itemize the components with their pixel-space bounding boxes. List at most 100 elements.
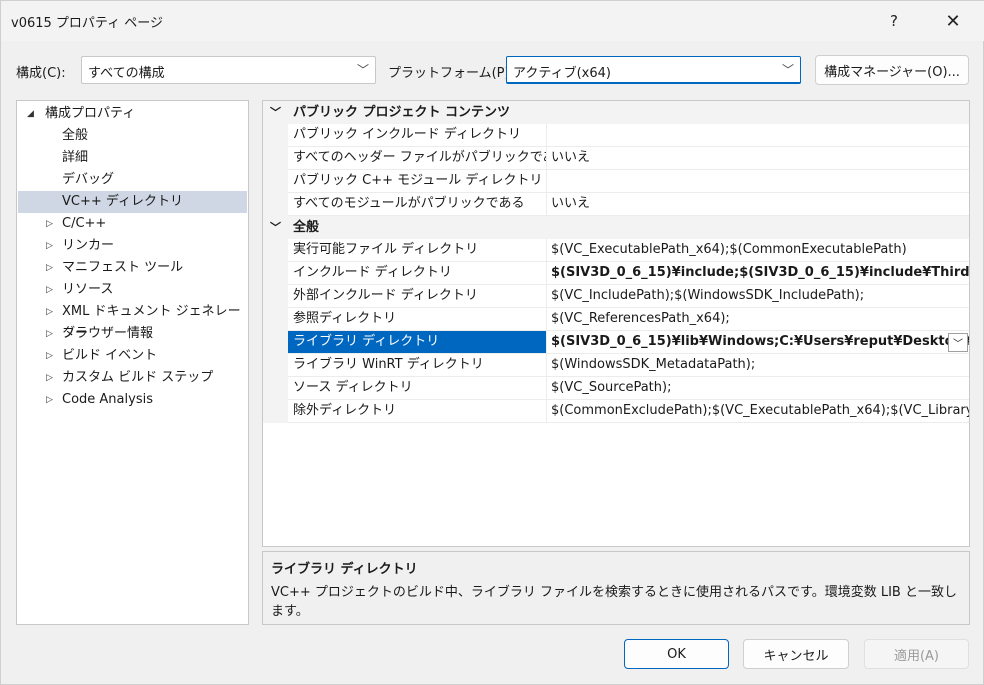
close-icon[interactable]: ✕ xyxy=(933,7,973,35)
tree-root-label: 構成プロパティ xyxy=(45,106,136,121)
tree-item-label: デバッグ xyxy=(62,172,115,187)
row-gutter xyxy=(263,147,288,170)
property-row[interactable]: ライブラリ ディレクトリ $(SIV3D_0_6_15)¥lib¥Windows;… xyxy=(263,331,969,354)
collapse-chevron-icon[interactable]: ﹀ xyxy=(270,216,281,239)
row-gutter xyxy=(263,262,288,285)
property-name[interactable]: パブリック インクルード ディレクトリ xyxy=(288,124,547,147)
property-name[interactable]: インクルード ディレクトリ xyxy=(288,262,547,285)
property-tree: ◢ 構成プロパティ 全般 詳細 デバッグ VC++ ディレクトリ ▷ C/C++ ▷ リンカー… xyxy=(16,100,249,625)
row-gutter xyxy=(263,124,288,147)
property-grid: ﹀ パブリック プロジェクト コンテンツ パブリック インクルード ディレクトリ すべ… xyxy=(262,100,970,547)
category-row[interactable]: ﹀ パブリック プロジェクト コンテンツ xyxy=(263,101,969,124)
property-value[interactable] xyxy=(547,124,969,147)
row-gutter xyxy=(263,193,288,216)
expanded-triangle-icon: ◢ xyxy=(27,109,34,119)
collapse-chevron-icon[interactable]: ﹀ xyxy=(270,101,281,124)
tree-item-label: Code Analysis xyxy=(62,392,153,407)
row-gutter xyxy=(263,331,288,354)
help-button[interactable]: ? xyxy=(874,7,914,35)
property-value[interactable]: いいえ xyxy=(547,193,969,216)
category-title: パブリック プロジェクト コンテンツ xyxy=(293,105,511,120)
chevron-down-icon: ﹀ xyxy=(356,63,369,77)
tree-item[interactable]: デバッグ xyxy=(18,169,247,191)
property-row[interactable]: ライブラリ WinRT ディレクトリ $(WindowsSDK_MetadataP… xyxy=(263,354,969,377)
collapsed-triangle-icon[interactable]: ▷ xyxy=(46,367,53,389)
tree-item[interactable]: ▷ ビルド イベント xyxy=(18,345,247,367)
property-name[interactable]: ライブラリ ディレクトリ xyxy=(288,331,547,354)
property-name[interactable]: 参照ディレクトリ xyxy=(288,308,547,331)
tree-item[interactable]: ▷ XML ドキュメント ジェネレーター xyxy=(18,301,247,341)
row-gutter xyxy=(263,377,288,400)
apply-button[interactable]: 適用(A) xyxy=(864,639,969,669)
tree-item[interactable]: ▷ リソース xyxy=(18,279,247,301)
tree-item[interactable]: ▷ マニフェスト ツール xyxy=(18,257,247,279)
collapsed-triangle-icon[interactable]: ▷ xyxy=(46,235,53,257)
property-value[interactable]: $(SIV3D_0_6_15)¥include;$(SIV3D_0_6_15)¥… xyxy=(547,262,969,285)
tree-item[interactable]: VC++ ディレクトリ xyxy=(18,191,247,213)
tree-item-label: カスタム ビルド ステップ xyxy=(62,370,214,385)
property-value[interactable]: $(VC_ExecutablePath_x64);$(CommonExecuta… xyxy=(547,239,969,262)
cancel-button[interactable]: キャンセル xyxy=(743,639,849,669)
property-value[interactable]: $(VC_SourcePath); xyxy=(547,377,969,400)
tree-item[interactable]: ▷ Code Analysis xyxy=(18,389,247,411)
property-row[interactable]: 除外ディレクトリ $(CommonExcludePath);$(VC_Execut… xyxy=(263,400,969,423)
description-panel: ライブラリ ディレクトリ VC++ プロジェクトのビルド中、ライブラリ ファイル… xyxy=(262,551,970,625)
tree-item-label: ブラウザー情報 xyxy=(62,326,154,341)
property-value[interactable]: $(WindowsSDK_MetadataPath); xyxy=(547,354,969,377)
property-value[interactable]: $(VC_IncludePath);$(WindowsSDK_IncludePa… xyxy=(547,285,969,308)
category-row[interactable]: ﹀ 全般 xyxy=(263,216,969,239)
collapsed-triangle-icon[interactable]: ▷ xyxy=(46,279,53,301)
tree-root[interactable]: ◢ 構成プロパティ xyxy=(21,103,249,125)
property-row[interactable]: パブリック インクルード ディレクトリ xyxy=(263,124,969,147)
property-value[interactable]: $(CommonExcludePath);$(VC_ExecutablePath… xyxy=(547,400,969,423)
property-row[interactable]: 実行可能ファイル ディレクトリ $(VC_ExecutablePath_x64);… xyxy=(263,239,969,262)
property-row[interactable]: すべてのモジュールがパブリックである いいえ xyxy=(263,193,969,216)
tree-item-label: リソース xyxy=(62,282,114,297)
property-value[interactable]: $(SIV3D_0_6_15)¥lib¥Windows;C:¥Users¥rep… xyxy=(547,331,969,354)
tree-item[interactable]: 全般 xyxy=(18,125,247,147)
property-name[interactable]: パブリック C++ モジュール ディレクトリ xyxy=(288,170,547,193)
row-gutter xyxy=(263,239,288,262)
property-name[interactable]: 除外ディレクトリ xyxy=(288,400,547,423)
property-value[interactable]: $(VC_ReferencesPath_x64); xyxy=(547,308,969,331)
chevron-down-icon: ﹀ xyxy=(781,63,794,77)
property-row[interactable]: インクルード ディレクトリ $(SIV3D_0_6_15)¥include;$(S… xyxy=(263,262,969,285)
property-name[interactable]: ソース ディレクトリ xyxy=(288,377,547,400)
tree-item[interactable]: ▷ カスタム ビルド ステップ xyxy=(18,367,247,389)
property-row[interactable]: 外部インクルード ディレクトリ $(VC_IncludePath);$(Windo… xyxy=(263,285,969,308)
property-name[interactable]: 外部インクルード ディレクトリ xyxy=(288,285,547,308)
property-value[interactable] xyxy=(547,170,969,193)
ok-button[interactable]: OK xyxy=(624,639,729,669)
platform-combo-value: アクティブ(x64) xyxy=(513,66,611,81)
property-name[interactable]: ライブラリ WinRT ディレクトリ xyxy=(288,354,547,377)
config-label: 構成(C): xyxy=(16,66,66,81)
collapsed-triangle-icon[interactable]: ▷ xyxy=(46,213,53,235)
category-title: 全般 xyxy=(293,220,320,235)
tree-item[interactable]: ▷ リンカー xyxy=(18,235,247,257)
tree-item[interactable]: ▷ C/C++ xyxy=(18,213,247,235)
config-manager-button[interactable]: 構成マネージャー(O)... xyxy=(815,55,969,85)
value-dropdown-button[interactable]: ﹀ xyxy=(948,333,968,352)
config-combo-value: すべての構成 xyxy=(88,66,165,81)
description-text: VC++ プロジェクトのビルド中、ライブラリ ファイルを検索するときに使用される… xyxy=(271,585,957,619)
property-row[interactable]: すべてのヘッダー ファイルがパブリックである いいえ xyxy=(263,147,969,170)
property-name[interactable]: すべてのモジュールがパブリックである xyxy=(288,193,547,216)
tree-item-label: C/C++ xyxy=(62,216,107,231)
property-row[interactable]: 参照ディレクトリ $(VC_ReferencesPath_x64); xyxy=(263,308,969,331)
collapsed-triangle-icon[interactable]: ▷ xyxy=(46,345,53,367)
property-name[interactable]: すべてのヘッダー ファイルがパブリックである xyxy=(288,147,547,170)
tree-item[interactable]: ▷ ブラウザー情報 xyxy=(18,323,247,345)
property-row[interactable]: パブリック C++ モジュール ディレクトリ xyxy=(263,170,969,193)
collapsed-triangle-icon[interactable]: ▷ xyxy=(46,323,53,345)
description-title: ライブラリ ディレクトリ xyxy=(271,562,418,577)
collapsed-triangle-icon[interactable]: ▷ xyxy=(46,257,53,279)
collapsed-triangle-icon[interactable]: ▷ xyxy=(46,389,53,411)
property-value[interactable]: いいえ xyxy=(547,147,969,170)
platform-combo[interactable]: アクティブ(x64) ﹀ xyxy=(506,56,801,84)
tree-item[interactable]: 詳細 xyxy=(18,147,247,169)
collapsed-triangle-icon[interactable]: ▷ xyxy=(46,301,53,323)
title-bar: v0615 プロパティ ページ ? ✕ xyxy=(1,1,984,41)
config-combo[interactable]: すべての構成 ﹀ xyxy=(81,56,376,84)
property-name[interactable]: 実行可能ファイル ディレクトリ xyxy=(288,239,547,262)
property-row[interactable]: ソース ディレクトリ $(VC_SourcePath); xyxy=(263,377,969,400)
